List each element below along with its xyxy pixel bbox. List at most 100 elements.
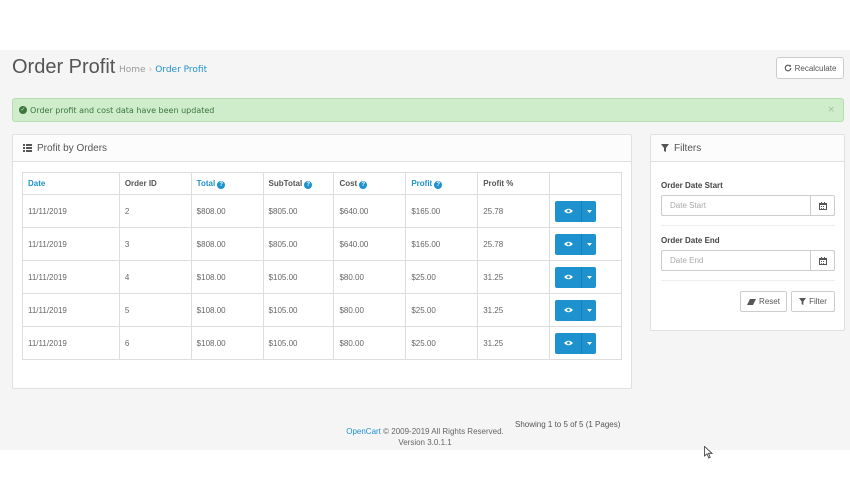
reset-label: Reset [759,297,780,306]
reset-button[interactable]: Reset [740,291,787,312]
table-row: 11/11/2019 2 $808.00 $805.00 $640.00 $16… [22,194,622,228]
panel-title: Filters [674,142,702,154]
cell-date: 11/11/2019 [22,260,120,294]
panel-heading: Filters [651,135,844,162]
content-area: Order Profit Home › Order Profit Recalcula… [0,50,850,459]
cell-profit: $25.00 [405,326,479,360]
breadcrumb-separator: › [148,65,153,75]
breadcrumb-order-profit[interactable]: Order Profit [155,65,207,75]
table-row: 11/11/2019 3 $808.00 $805.00 $640.00 $16… [22,227,622,261]
filter-button[interactable]: Filter [791,291,835,312]
cell-total: $808.00 [190,227,264,261]
view-button[interactable] [555,233,583,255]
cell-actions [549,293,622,327]
breadcrumb-home[interactable]: Home [119,65,146,75]
recalculate-label: Recalculate [794,63,837,73]
eraser-icon [747,298,757,305]
alert-text: Order profit and cost data have been upd… [30,105,215,115]
date-start-input[interactable] [661,195,811,216]
caret-down-icon [586,209,592,213]
profit-by-orders-panel: Profit by Orders Date Order ID Total? Su… [12,134,632,429]
cell-total: $108.00 [190,326,264,360]
footer-brand-link[interactable]: OpenCart [346,427,381,436]
recalculate-button[interactable]: Recalculate [776,57,844,79]
view-button[interactable] [555,266,583,288]
caret-down-icon [586,341,592,345]
col-actions [549,172,622,195]
cell-cost: $80.00 [333,293,407,327]
close-icon[interactable]: × [827,105,835,115]
cell-actions [549,194,622,228]
col-profit-percent: Profit % [477,172,551,195]
divider [661,225,835,226]
cell-actions [549,326,622,360]
cell-total: $108.00 [190,293,264,327]
view-button[interactable] [555,332,583,354]
dropdown-toggle[interactable] [582,233,597,255]
date-start-label: Order Date Start [661,181,723,190]
filter-icon [799,298,807,305]
cell-actions [549,227,622,261]
success-alert: ✓ Order profit and cost data have been u… [12,98,844,122]
mouse-cursor-icon [704,446,713,459]
caret-down-icon [586,242,592,246]
view-button[interactable] [555,200,583,222]
col-total[interactable]: Total? [190,172,264,195]
calendar-button[interactable] [810,250,835,271]
footer-version: Version 3.0.1.1 [398,438,452,447]
caret-down-icon [586,308,592,312]
date-end-label: Order Date End [661,236,720,245]
col-profit[interactable]: Profit? [405,172,479,195]
cell-profit: $25.00 [405,293,479,327]
eye-icon [563,340,573,346]
cell-cost: $640.00 [333,194,407,228]
footer: OpenCart © 2009-2019 All Rights Reserved… [0,426,850,448]
filter-icon [661,144,669,152]
cell-order-id: 6 [118,326,192,360]
dropdown-toggle[interactable] [582,332,597,354]
cell-total: $808.00 [190,194,264,228]
cell-profit-percent: 25.78 [477,227,551,261]
cell-cost: $640.00 [333,227,407,261]
cell-order-id: 3 [118,227,192,261]
dropdown-toggle[interactable] [582,200,597,222]
cell-date: 11/11/2019 [22,227,120,261]
eye-icon [563,274,573,280]
cell-subtotal: $805.00 [262,194,335,228]
cell-date: 11/11/2019 [22,194,120,228]
filter-label: Filter [809,297,827,306]
table-row: 11/11/2019 6 $108.00 $105.00 $80.00 $25.… [22,326,622,360]
help-icon: ? [304,180,313,189]
calendar-icon [818,256,827,265]
col-subtotal: SubTotal? [262,172,335,195]
list-icon [23,144,32,152]
check-circle-icon: ✓ [19,106,27,114]
orders-table: Date Order ID Total? SubTotal? Cost? Pro… [22,172,622,360]
cell-order-id: 5 [118,293,192,327]
cell-subtotal: $105.00 [262,260,335,294]
col-cost: Cost? [333,172,407,195]
cell-profit: $165.00 [405,227,479,261]
dropdown-toggle[interactable] [582,266,597,288]
col-date[interactable]: Date [22,172,120,195]
dropdown-toggle[interactable] [582,299,597,321]
caret-down-icon [586,275,592,279]
view-button[interactable] [555,299,583,321]
footer-copyright: © 2009-2019 All Rights Reserved. [380,427,504,436]
refresh-icon [784,64,791,72]
breadcrumb: Home › Order Profit [119,65,207,75]
eye-icon [563,208,573,214]
date-end-input[interactable] [661,250,811,271]
table-row: 11/11/2019 4 $108.00 $105.00 $80.00 $25.… [22,260,622,294]
cell-subtotal: $805.00 [262,227,335,261]
panel-heading: Profit by Orders [13,135,631,162]
calendar-button[interactable] [810,195,835,216]
panel-title: Profit by Orders [37,142,108,154]
col-order-id: Order ID [118,172,192,195]
cell-cost: $80.00 [333,260,407,294]
cell-date: 11/11/2019 [22,326,120,360]
cell-profit: $165.00 [405,194,479,228]
cell-profit-percent: 25.78 [477,194,551,228]
filters-panel: Filters Order Date Start Order Date End … [650,134,845,331]
cell-profit-percent: 31.25 [477,260,551,294]
